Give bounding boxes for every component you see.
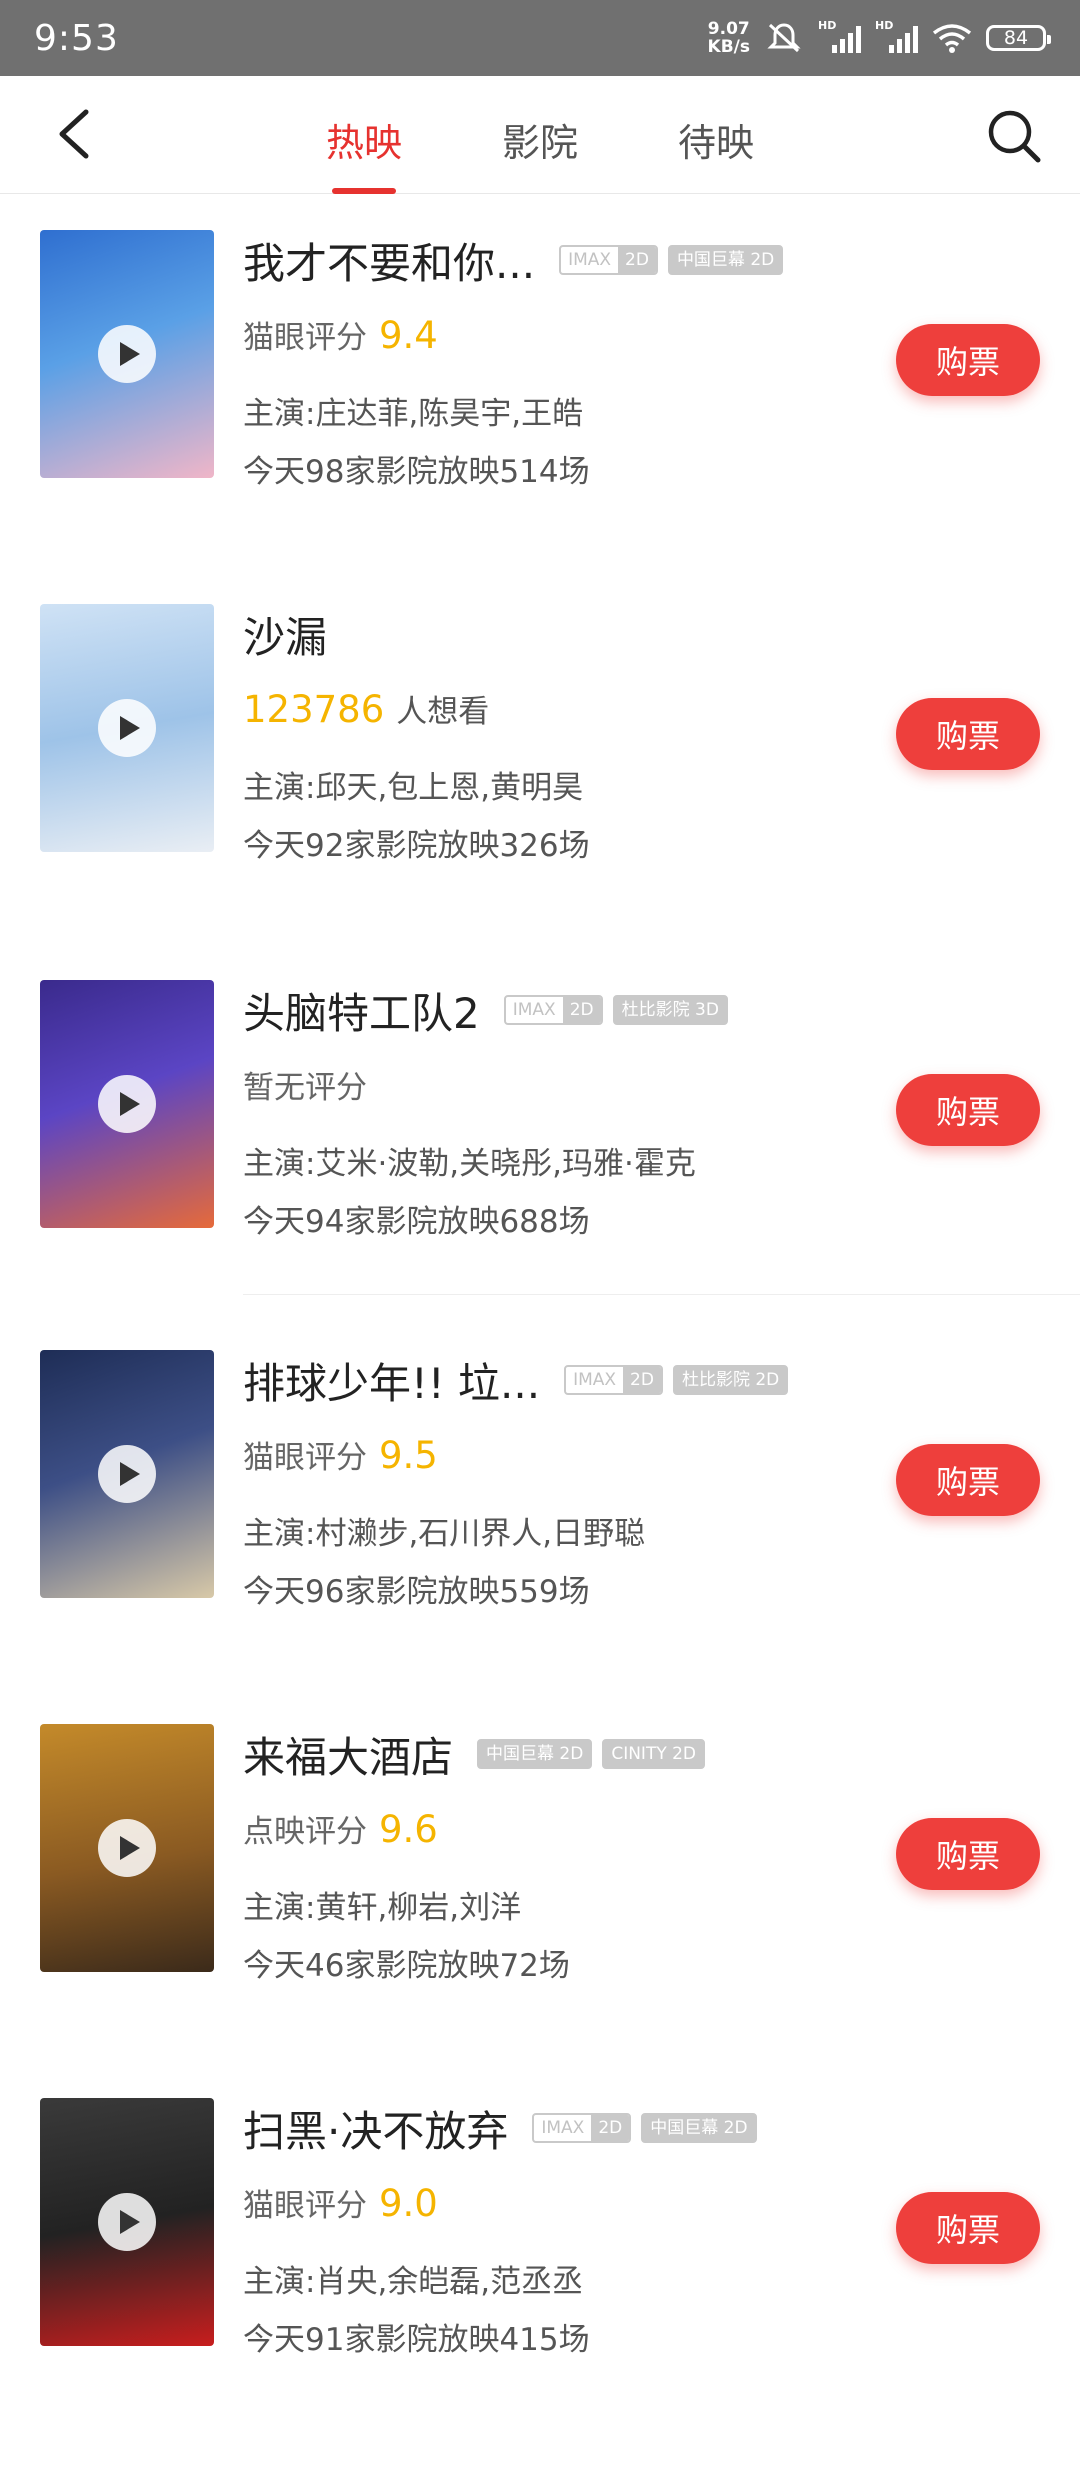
movie-title: 排球少年!! 垃...: [243, 1358, 541, 1408]
showings: 今天91家影院放映415场: [243, 2322, 590, 2358]
signal-1-hd-label: HD: [818, 19, 837, 32]
format-tag: IMAX 2D: [564, 1365, 663, 1395]
tab-bar: 热映 影院 待映: [0, 76, 1080, 194]
showings: 今天98家影院放映514场: [243, 454, 590, 490]
showings: 今天94家影院放映688场: [243, 1204, 590, 1240]
movie-title: 我才不要和你...: [243, 238, 536, 288]
score-value: 9.5: [379, 1434, 438, 1477]
signal-icon-1: HD: [818, 19, 861, 53]
movie-item[interactable]: 排球少年!! 垃... IMAX 2D 杜比影院 2D 猫眼评分 9.5 主演:村…: [0, 1350, 1080, 1724]
score-row: 猫眼评分 9.5: [243, 1432, 438, 1477]
movie-item[interactable]: 我才不要和你... IMAX 2D 中国巨幕 2D 猫眼评分 9.4 主演:庄达菲…: [0, 230, 1080, 604]
buy-ticket-button[interactable]: 购票: [896, 1818, 1040, 1890]
tab-coming-soon[interactable]: 待映: [628, 76, 804, 194]
movie-poster[interactable]: [40, 2098, 214, 2346]
battery-icon: 84: [986, 25, 1051, 51]
play-icon[interactable]: [98, 699, 156, 757]
format-tag: IMAX 2D: [559, 245, 658, 275]
format-tag: IMAX 2D: [503, 995, 603, 1025]
format-tag: IMAX 2D: [532, 2113, 632, 2143]
actors: 主演:肖央,余皑磊,范丞丞: [243, 2264, 584, 2300]
format-tag: 中国巨幕 2D: [477, 1739, 593, 1769]
score-value: 9.0: [379, 2182, 438, 2225]
movie-poster[interactable]: [40, 1724, 214, 1972]
play-icon[interactable]: [98, 1819, 156, 1877]
movie-title: 扫黑·决不放弃: [243, 2106, 509, 2156]
play-icon[interactable]: [98, 1445, 156, 1503]
format-tag: CINITY 2D: [602, 1739, 706, 1769]
buy-ticket-button[interactable]: 购票: [896, 698, 1040, 770]
status-time: 9:53: [34, 17, 119, 59]
play-icon[interactable]: [98, 1075, 156, 1133]
score-label: 暂无评分: [243, 1070, 367, 1106]
showings: 今天92家影院放映326场: [243, 828, 590, 864]
status-icons: 9.07 KB/s HD HD 84: [708, 19, 1051, 56]
score-label: 猫眼评分: [243, 320, 367, 356]
movie-title: 头脑特工队2: [243, 988, 480, 1038]
wants-count: 123786: [243, 688, 385, 731]
signal-2-hd-label: HD: [875, 19, 894, 32]
status-bar: 9:53 9.07 KB/s HD HD 84: [0, 0, 1080, 76]
mute-icon: [767, 23, 801, 53]
movie-item[interactable]: 扫黑·决不放弃 IMAX 2D 中国巨幕 2D 猫眼评分 9.0 主演:肖央,余皑…: [0, 2098, 1080, 2472]
score-value: 9.4: [379, 314, 438, 357]
format-tag: 杜比影院 3D: [612, 995, 728, 1025]
search-icon[interactable]: [984, 106, 1044, 166]
wants-label: 人想看: [396, 694, 490, 730]
buy-ticket-button[interactable]: 购票: [896, 324, 1040, 396]
play-icon[interactable]: [98, 2193, 156, 2251]
actors: 主演:村濑步,石川界人,日野聪: [243, 1516, 646, 1552]
movie-poster[interactable]: [40, 230, 214, 478]
showings: 今天96家影院放映559场: [243, 1574, 590, 1610]
divider: [243, 1294, 1080, 1295]
movie-item[interactable]: 来福大酒店 中国巨幕 2D CINITY 2D 点映评分 9.6 主演:黄轩,柳…: [0, 1724, 1080, 2098]
nav-bar: 热映 影院 待映: [0, 76, 1080, 194]
movie-poster[interactable]: [40, 604, 214, 852]
wifi-icon: [932, 24, 972, 53]
score-label: 猫眼评分: [243, 2188, 367, 2224]
score-label: 点映评分: [243, 1814, 367, 1850]
net-speed: 9.07 KB/s: [708, 20, 750, 56]
score-row: 猫眼评分 9.0: [243, 2180, 438, 2225]
movie-title: 沙漏: [243, 612, 328, 662]
wants-row: 123786 人想看: [243, 686, 489, 731]
movie-poster[interactable]: [40, 980, 214, 1228]
net-speed-value: 9.07: [707, 19, 750, 39]
buy-ticket-button[interactable]: 购票: [896, 1444, 1040, 1516]
actors: 主演:黄轩,柳岩,刘洋: [243, 1890, 522, 1926]
showings: 今天46家影院放映72场: [243, 1948, 570, 1984]
actors: 主演:艾米·波勒,关晓彤,玛雅·霍克: [243, 1146, 696, 1182]
movie-item[interactable]: 头脑特工队2 IMAX 2D 杜比影院 3D 暂无评分 主演:艾米·波勒,关晓彤,…: [0, 980, 1080, 1354]
tab-cinemas[interactable]: 影院: [452, 76, 628, 194]
score-row: 猫眼评分 9.4: [243, 312, 438, 357]
format-tag: 中国巨幕 2D: [667, 245, 784, 275]
signal-icon-2: HD: [875, 19, 918, 53]
score-value: 9.6: [379, 1808, 438, 1851]
format-tag: 杜比影院 2D: [672, 1365, 789, 1395]
tab-now-playing[interactable]: 热映: [276, 76, 452, 194]
score-row: 点映评分 9.6: [243, 1806, 438, 1851]
battery-level: 84: [1003, 27, 1029, 49]
actors: 主演:邱天,包上恩,黄明昊: [243, 770, 584, 806]
format-tag: 中国巨幕 2D: [641, 2113, 757, 2143]
score-row: 暂无评分: [243, 1062, 367, 1107]
movie-poster[interactable]: [40, 1350, 214, 1598]
movie-title: 来福大酒店: [243, 1732, 454, 1782]
actors: 主演:庄达菲,陈昊宇,王皓: [243, 396, 584, 432]
buy-ticket-button[interactable]: 购票: [896, 2192, 1040, 2264]
buy-ticket-button[interactable]: 购票: [896, 1074, 1040, 1146]
score-label: 猫眼评分: [243, 1440, 367, 1476]
movie-item[interactable]: 沙漏 123786 人想看 主演:邱天,包上恩,黄明昊 今天92家影院放映326…: [0, 604, 1080, 978]
play-icon[interactable]: [98, 325, 156, 383]
net-speed-unit: KB/s: [707, 37, 750, 57]
